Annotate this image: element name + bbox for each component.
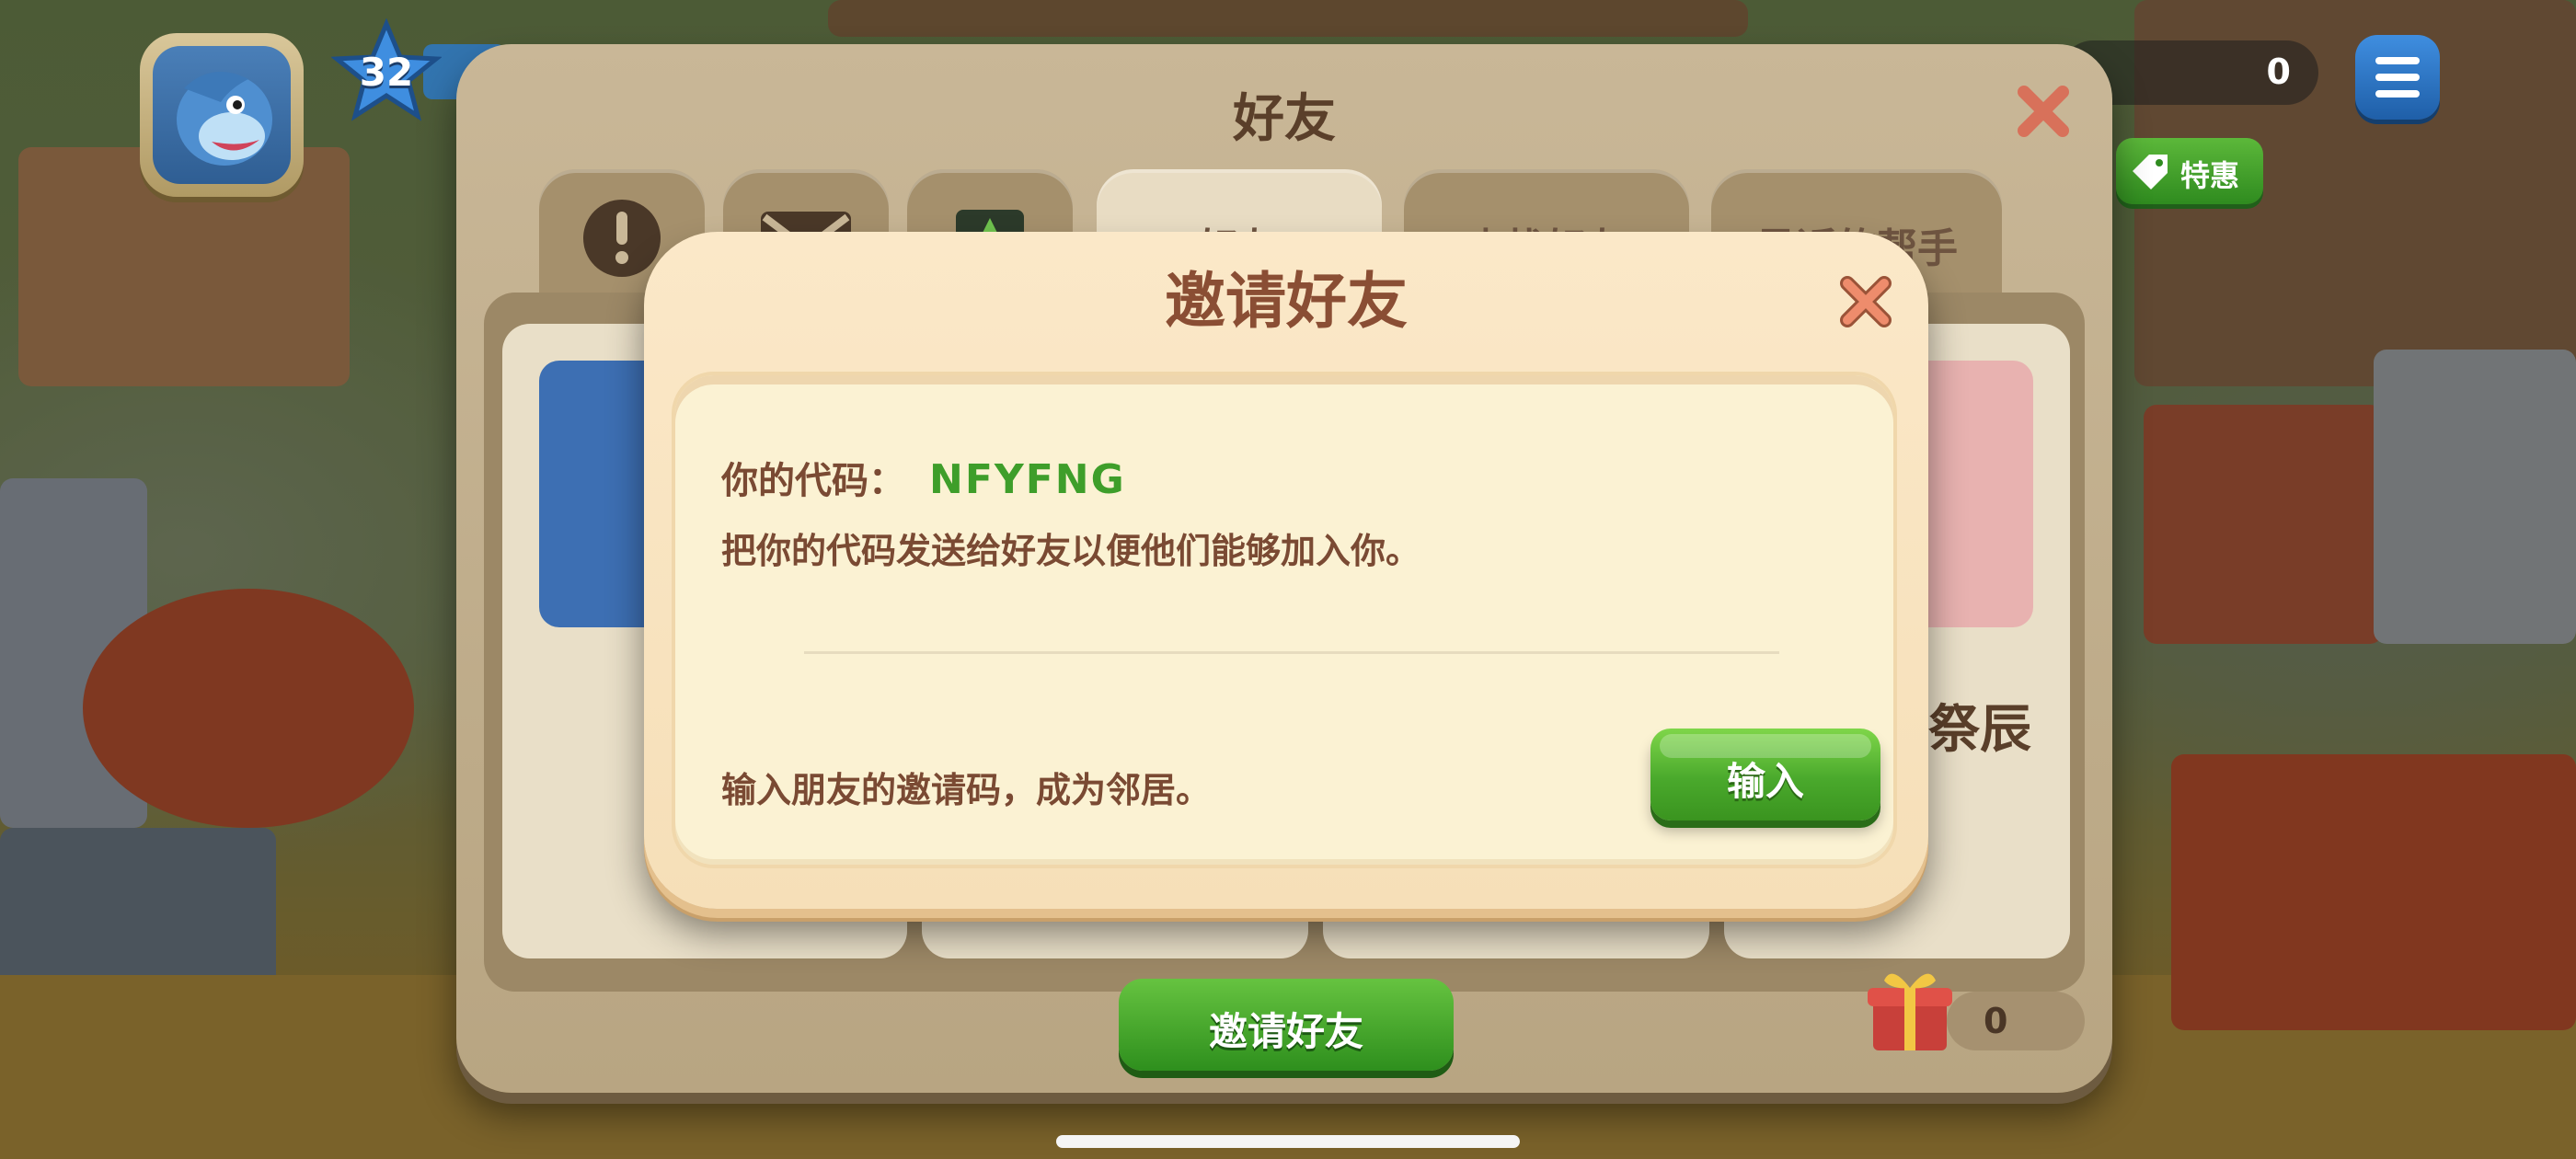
enter-code-hint: 输入朋友的邀请码，成为邻居。 bbox=[721, 770, 1212, 810]
menu-icon bbox=[2375, 57, 2420, 64]
level-number: 32 bbox=[359, 50, 414, 95]
close-icon[interactable] bbox=[1836, 272, 1895, 331]
invite-dialog: 邀请好友 你的代码： NFYFNG 把你的代码发送给好友以便他们能够加入你。 输入… bbox=[644, 232, 1928, 909]
menu-icon-line bbox=[2375, 90, 2420, 98]
coin-amount: 0 bbox=[2266, 52, 2291, 92]
enter-code-button[interactable]: 输入 bbox=[1650, 729, 1880, 820]
code-label: 你的代码： bbox=[721, 460, 905, 502]
home-indicator[interactable] bbox=[1056, 1135, 1520, 1148]
dialog-title: 邀请好友 bbox=[1165, 266, 1408, 337]
friend-name: 祭辰 bbox=[1928, 700, 2031, 760]
gift-count: 0 bbox=[1984, 1001, 2008, 1041]
player-avatar[interactable] bbox=[140, 33, 304, 197]
dialog-content: 你的代码： NFYFNG 把你的代码发送给好友以便他们能够加入你。 输入朋友的邀请… bbox=[672, 372, 1897, 868]
divider bbox=[804, 651, 1779, 654]
enter-code-button-label: 输入 bbox=[1726, 759, 1804, 804]
send-code-hint: 把你的代码发送给好友以便他们能够加入你。 bbox=[721, 531, 1421, 571]
special-deal-button[interactable]: 特惠 bbox=[2116, 138, 2263, 204]
menu-icon-line bbox=[2375, 74, 2420, 81]
invite-friends-button[interactable]: 邀请好友 bbox=[1119, 979, 1454, 1071]
close-icon[interactable] bbox=[2011, 79, 2076, 143]
gift-counter: 0 bbox=[1947, 992, 2085, 1050]
friends-panel-title: 好友 bbox=[1233, 89, 1336, 149]
special-deal-label: 特惠 bbox=[2180, 158, 2240, 193]
level-badge: 32 bbox=[330, 17, 443, 129]
code-row: 你的代码： NFYFNG bbox=[721, 451, 1126, 504]
dolphin-icon bbox=[177, 72, 272, 166]
menu-button[interactable] bbox=[2355, 35, 2440, 120]
tag-icon bbox=[2133, 155, 2168, 189]
invite-code: NFYFNG bbox=[929, 456, 1126, 503]
gift-icon[interactable] bbox=[1864, 964, 1956, 1056]
invite-friends-label: 邀请好友 bbox=[1208, 1009, 1363, 1054]
